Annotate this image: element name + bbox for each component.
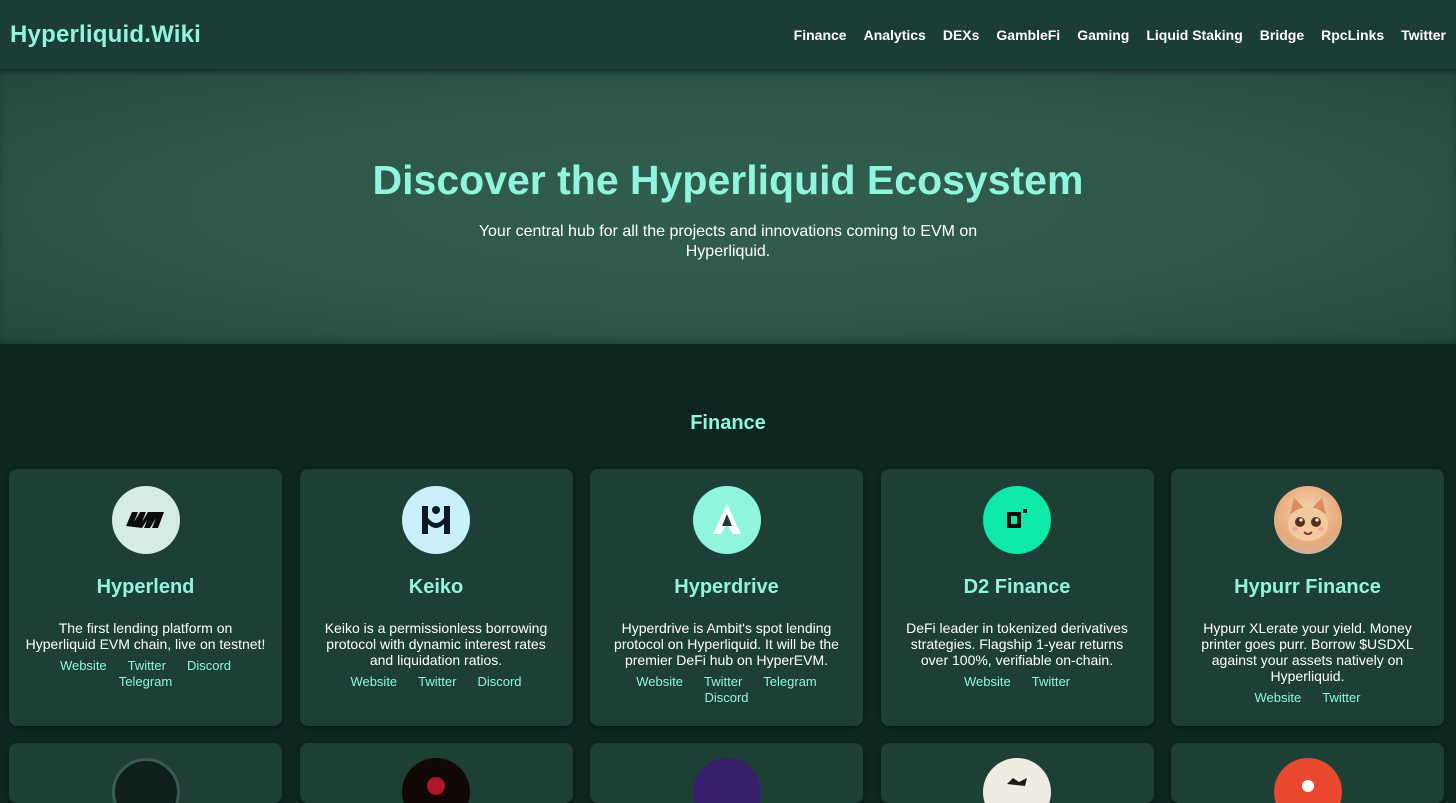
website-link[interactable]: Website — [60, 658, 107, 674]
finance-section: Finance Hyperlend The first lending plat… — [0, 344, 1456, 803]
project-card-hypurr-finance[interactable]: Hypurr Finance Hypurr XLerate your yield… — [1171, 469, 1444, 726]
project-description: Hyperdrive is Ambit's spot lending proto… — [614, 620, 839, 668]
top-navbar: Hyperliquid.Wiki Finance Analytics DEXs … — [0, 0, 1456, 69]
project-links: Website Twitter — [1208, 690, 1408, 706]
twitter-link[interactable]: Twitter — [418, 674, 456, 690]
website-link[interactable]: Website — [964, 674, 1011, 690]
project-card[interactable] — [1171, 743, 1444, 803]
project-logo-icon — [402, 758, 470, 803]
project-logo-icon — [111, 758, 180, 803]
twitter-link[interactable]: Twitter — [128, 658, 166, 674]
hyperlend-logo-icon — [111, 486, 180, 554]
twitter-link[interactable]: Twitter — [1322, 690, 1360, 706]
section-title-finance: Finance — [690, 412, 766, 434]
hero-title: Discover the Hyperliquid Ecosystem — [372, 157, 1084, 203]
nav-link-rpclinks[interactable]: RpcLinks — [1321, 27, 1384, 43]
telegram-link[interactable]: Telegram — [763, 674, 816, 690]
nav-link-dexs[interactable]: DEXs — [943, 27, 980, 43]
d2-finance-logo-icon — [983, 486, 1051, 554]
project-links: Website Twitter Discord — [336, 674, 536, 690]
project-description: Keiko is a permissionless borrowing prot… — [324, 620, 548, 668]
nav-link-bridge[interactable]: Bridge — [1260, 27, 1304, 43]
project-card[interactable] — [590, 743, 863, 803]
hypurr-cat-logo-icon — [1273, 486, 1342, 554]
discord-link[interactable]: Discord — [187, 658, 231, 674]
project-card-hyperlend[interactable]: Hyperlend The first lending platform on … — [9, 469, 282, 726]
project-description: The first lending platform on Hyperliqui… — [25, 620, 266, 652]
telegram-link[interactable]: Telegram — [119, 674, 172, 690]
project-links: Website Twitter Discord Telegram — [46, 658, 246, 690]
project-logo-icon — [983, 758, 1051, 803]
project-grid-row-2 — [0, 743, 1456, 803]
project-card[interactable] — [299, 743, 573, 803]
project-name: Keiko — [408, 576, 464, 598]
site-brand[interactable]: Hyperliquid.Wiki — [10, 21, 201, 49]
project-logo-icon — [1273, 758, 1342, 803]
project-name: Hypurr Finance — [1234, 576, 1381, 598]
discord-link[interactable]: Discord — [704, 690, 748, 706]
website-link[interactable]: Website — [636, 674, 683, 690]
hyperdrive-logo-icon — [692, 486, 761, 554]
project-card-d2-finance[interactable]: D2 Finance DeFi leader in tokenized deri… — [880, 469, 1154, 726]
nav-link-finance[interactable]: Finance — [794, 27, 847, 43]
project-grid: Hyperlend The first lending platform on … — [0, 469, 1456, 726]
project-links: Website Twitter — [917, 674, 1117, 690]
project-name: Hyperdrive — [674, 576, 779, 598]
discord-link[interactable]: Discord — [477, 674, 521, 690]
website-link[interactable]: Website — [1254, 690, 1301, 706]
project-name: Hyperlend — [96, 576, 195, 598]
keiko-logo-icon — [402, 486, 470, 554]
website-link[interactable]: Website — [350, 674, 397, 690]
project-card-keiko[interactable]: Keiko Keiko is a permissionless borrowin… — [299, 469, 573, 726]
project-card[interactable] — [9, 743, 282, 803]
nav-link-analytics[interactable]: Analytics — [864, 27, 926, 43]
project-logo-icon — [692, 758, 761, 803]
nav-menu: Finance Analytics DEXs GambleFi Gaming L… — [794, 27, 1446, 43]
twitter-link[interactable]: Twitter — [704, 674, 742, 690]
nav-link-gaming[interactable]: Gaming — [1077, 27, 1129, 43]
project-description: DeFi leader in tokenized derivatives str… — [906, 620, 1128, 668]
nav-link-twitter[interactable]: Twitter — [1401, 27, 1446, 43]
project-description: Hypurr XLerate your yield. Money printer… — [1201, 620, 1414, 684]
hero-section: Discover the Hyperliquid Ecosystem Your … — [0, 69, 1456, 344]
project-links: Website Twitter Telegram Discord — [627, 674, 827, 706]
project-name: D2 Finance — [963, 576, 1071, 598]
hero-subtitle: Your central hub for all the projects an… — [478, 223, 978, 260]
nav-link-liquid-staking[interactable]: Liquid Staking — [1146, 27, 1242, 43]
project-card-hyperdrive[interactable]: Hyperdrive Hyperdrive is Ambit's spot le… — [590, 469, 863, 726]
project-card[interactable] — [880, 743, 1154, 803]
nav-link-gamblefi[interactable]: GambleFi — [996, 27, 1060, 43]
twitter-link[interactable]: Twitter — [1032, 674, 1070, 690]
